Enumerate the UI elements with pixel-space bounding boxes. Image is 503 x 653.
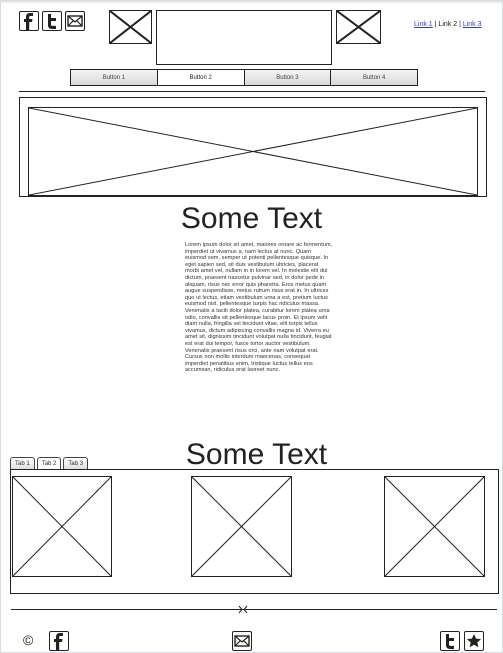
body-paragraph: Lorem ipsum dolor sit amet, maiores orna… xyxy=(185,242,333,374)
twitter-icon[interactable] xyxy=(440,631,460,651)
main-heading: Some Text xyxy=(180,202,323,235)
copyright-symbol: © xyxy=(23,632,34,648)
header-divider xyxy=(19,91,485,92)
mail-icon[interactable] xyxy=(65,11,85,31)
link-3[interactable]: Link 3 xyxy=(463,21,482,28)
button-3[interactable]: Button 3 xyxy=(244,70,332,85)
star-icon[interactable] xyxy=(464,631,484,651)
footer-divider xyxy=(11,609,497,610)
header-links: Link 1 | Link 2 | Link 3 xyxy=(414,21,482,28)
logo-placeholder xyxy=(156,10,332,65)
button-bar: Button 1 Button 2 Button 3 Button 4 xyxy=(70,69,418,86)
facebook-icon[interactable] xyxy=(49,631,69,651)
button-2[interactable]: Button 2 xyxy=(157,70,245,85)
splitter-handle-icon[interactable] xyxy=(238,605,248,614)
tab-image-placeholder-2 xyxy=(191,476,292,577)
button-4[interactable]: Button 4 xyxy=(331,70,417,85)
image-placeholder-right xyxy=(336,10,381,44)
image-placeholder-left xyxy=(109,10,152,44)
mail-icon[interactable] xyxy=(232,631,252,651)
twitter-icon[interactable] xyxy=(42,11,62,31)
button-1[interactable]: Button 1 xyxy=(71,70,158,85)
tab-image-placeholder-3 xyxy=(384,476,485,577)
link-separator: | xyxy=(459,21,461,28)
link-1[interactable]: Link 1 xyxy=(414,21,433,28)
facebook-icon[interactable] xyxy=(19,11,39,31)
top-edge-strip xyxy=(0,0,503,3)
tab-image-placeholder-1 xyxy=(12,476,112,577)
banner-image-placeholder xyxy=(28,107,478,196)
link-separator: | xyxy=(434,21,437,28)
link-2[interactable]: Link 2 xyxy=(438,21,457,28)
